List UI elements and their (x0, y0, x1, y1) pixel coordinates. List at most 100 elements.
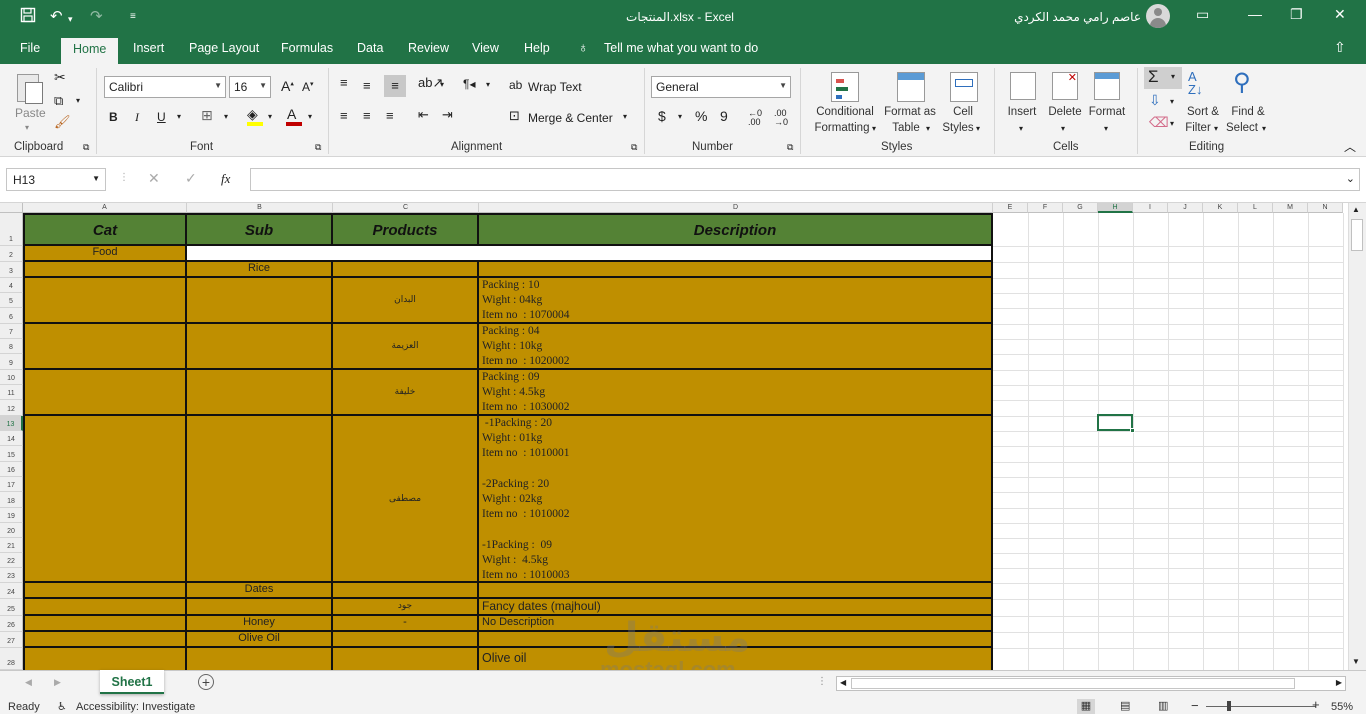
format-painter-icon[interactable]: 🖌 (54, 114, 71, 130)
header-description[interactable]: Description (479, 213, 993, 246)
borders-dropdown-icon[interactable]: ▾ (224, 112, 228, 121)
row-header[interactable]: 25 (0, 599, 23, 616)
normal-view-icon[interactable]: ▦ (1077, 699, 1095, 714)
cell-product[interactable]: مصطفى (333, 416, 479, 583)
cell-empty[interactable] (23, 599, 187, 616)
font-color-dropdown-icon[interactable]: ▾ (308, 112, 312, 121)
cell-empty[interactable] (479, 262, 993, 278)
text-direction-dropdown-icon[interactable]: ▾ (486, 80, 490, 89)
number-launcher-icon[interactable]: ⧉ (787, 142, 793, 153)
column-header[interactable]: G (1063, 203, 1098, 213)
cell-empty[interactable] (187, 599, 333, 616)
column-header[interactable]: D (479, 203, 993, 213)
spreadsheet-grid[interactable]: ABCDEFGHIJKLMN 1 2 3 4 5 6 7 8 9 10 11 12 13 14 15 16 17… (0, 203, 1366, 670)
cell-empty[interactable] (23, 648, 187, 670)
minimize-icon[interactable]: — (1248, 6, 1262, 22)
select-all-corner[interactable] (0, 203, 23, 213)
row-header[interactable]: 22 (0, 553, 23, 568)
currency-button[interactable]: $ (658, 108, 666, 124)
row-header[interactable]: 27 (0, 632, 23, 648)
zoom-out-icon[interactable]: − (1191, 698, 1199, 713)
ribbon-display-icon[interactable]: ▭ (1196, 6, 1209, 23)
horizontal-scrollbar[interactable]: ◀ ▶ (836, 676, 1346, 691)
page-break-view-icon[interactable]: ▥ (1158, 699, 1168, 712)
row-header[interactable]: 13 (0, 416, 23, 431)
row-header[interactable]: 14 (0, 431, 23, 446)
cell-olive-oil[interactable]: Olive Oil (187, 632, 333, 648)
row-header[interactable]: 1 (0, 213, 23, 246)
enter-icon[interactable]: ✓ (185, 170, 197, 187)
horizontal-scroll-thumb[interactable] (851, 678, 1295, 689)
clear-dropdown-icon[interactable]: ▾ (1170, 119, 1174, 128)
row-header[interactable]: 20 (0, 523, 23, 538)
tab-formulas[interactable]: Formulas (281, 41, 333, 55)
scroll-up-icon[interactable]: ▲ (1352, 205, 1360, 214)
font-size-combo[interactable]: 16 ▼ (229, 76, 271, 98)
cell-description[interactable]: -1Packing : 20 Wight : 01kg Item no : 10… (479, 416, 993, 583)
cell-empty[interactable] (23, 583, 187, 599)
redo-icon[interactable]: ↷ (90, 7, 103, 27)
row-header[interactable]: 7 (0, 324, 23, 339)
tab-file[interactable]: File (20, 41, 40, 55)
column-header[interactable]: A (23, 203, 187, 213)
save-icon[interactable] (20, 7, 36, 29)
tab-home[interactable]: Home (61, 38, 119, 64)
row-header[interactable]: 21 (0, 538, 23, 553)
scroll-left-icon[interactable]: ◀ (840, 678, 846, 687)
tell-me-box[interactable]: Tell me what you want to do (604, 41, 758, 55)
merge-dropdown-icon[interactable]: ▾ (623, 112, 627, 121)
column-header[interactable]: I (1133, 203, 1168, 213)
column-header[interactable]: M (1273, 203, 1308, 213)
tab-page-layout[interactable]: Page Layout (189, 41, 259, 55)
cell-empty[interactable] (333, 632, 479, 648)
name-box[interactable]: H13 ▼ (6, 168, 106, 191)
row-header[interactable]: 24 (0, 583, 23, 599)
column-header[interactable]: N (1308, 203, 1343, 213)
copy-icon[interactable]: ⧉ (54, 93, 63, 109)
row-header[interactable]: 11 (0, 385, 23, 400)
sheet-tab-sheet1[interactable]: Sheet1 (100, 670, 164, 694)
column-header[interactable]: F (1028, 203, 1063, 213)
fill-handle[interactable] (1130, 428, 1135, 433)
scroll-down-icon[interactable]: ▼ (1352, 657, 1360, 666)
share-icon[interactable]: ⇧ (1334, 39, 1346, 56)
cancel-icon[interactable]: ✕ (148, 170, 160, 187)
tab-review[interactable]: Review (408, 41, 449, 55)
underline-button[interactable]: U (157, 110, 166, 124)
align-center-icon[interactable]: ≡ (363, 108, 371, 123)
fill-dropdown-icon[interactable]: ▾ (268, 112, 272, 121)
cell-description[interactable]: Packing : 09 Wight : 4.5kg Item no : 103… (479, 370, 993, 416)
cell-empty[interactable] (23, 278, 187, 324)
cell-empty[interactable] (187, 416, 333, 583)
cell-empty[interactable] (23, 324, 187, 370)
number-format-combo[interactable]: General ▼ (651, 76, 791, 98)
text-direction-icon[interactable]: ¶◂ (463, 77, 475, 91)
vertical-scroll-thumb[interactable] (1351, 219, 1363, 251)
cell-honey[interactable]: Honey (187, 616, 333, 632)
column-header[interactable]: E (993, 203, 1028, 213)
new-sheet-button[interactable]: + (198, 674, 214, 690)
collapse-ribbon-icon[interactable]: ︿ (1344, 138, 1356, 155)
row-header[interactable]: 12 (0, 400, 23, 416)
tab-help[interactable]: Help (524, 41, 550, 55)
cell-description[interactable]: Packing : 10 Wight : 04kg Item no : 1070… (479, 278, 993, 324)
row-header[interactable]: 5 (0, 293, 23, 308)
next-sheet-icon[interactable]: ▶ (54, 677, 61, 688)
increase-indent-icon[interactable]: ⇥ (442, 107, 453, 123)
expand-formula-icon[interactable]: ⌄ (1346, 172, 1355, 185)
cell-row2-empty[interactable] (187, 246, 993, 262)
cell-product[interactable]: العزيمة (333, 324, 479, 370)
row-header[interactable]: 2 (0, 246, 23, 262)
align-left-icon[interactable]: ≡ (340, 108, 348, 123)
italic-button[interactable]: I (135, 110, 139, 125)
cell-product[interactable]: خليفة (333, 370, 479, 416)
autosum-button[interactable]: Σ ▾ (1144, 67, 1182, 89)
cell-empty[interactable] (333, 583, 479, 599)
zoom-in-icon[interactable]: + (1312, 697, 1320, 712)
prev-sheet-icon[interactable]: ◀ (25, 677, 32, 688)
header-cat[interactable]: Cat (23, 213, 187, 246)
row-header[interactable]: 8 (0, 339, 23, 354)
decrease-indent-icon[interactable]: ⇤ (418, 107, 429, 123)
header-products[interactable]: Products (333, 213, 479, 246)
cell-food[interactable]: Food (23, 246, 187, 262)
